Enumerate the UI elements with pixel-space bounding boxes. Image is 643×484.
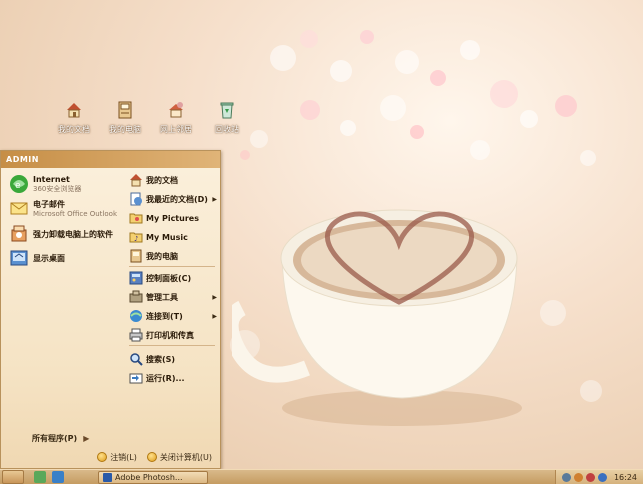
places-label: 我的文档 — [146, 175, 178, 185]
network-tray-icon[interactable] — [561, 473, 571, 482]
desktop-icon-label: 网上邻居 — [160, 125, 192, 134]
places-label: 我的电脑 — [146, 251, 178, 261]
shutdown-button[interactable]: 关闭计算机(U) — [146, 452, 212, 463]
pinned-title: 强力卸载电脑上的软件 — [33, 229, 113, 239]
taskbar-button-photoshop[interactable]: Adobe Photosh... — [98, 470, 208, 484]
pinned-title: 显示桌面 — [33, 253, 65, 263]
network-icon — [166, 100, 186, 120]
places-label: 打印机和传真 — [146, 330, 194, 340]
places-run[interactable]: 运行(R)... — [129, 370, 221, 386]
places-label: 控制面板(C) — [146, 273, 192, 283]
start-menu: ADMIN e Internet 360安全浏览器 电子邮件 Microsoft… — [0, 150, 221, 469]
all-programs-label: 所有程序(P) — [32, 434, 78, 443]
quick-launch-browser-icon[interactable] — [34, 471, 46, 483]
security-tray-icon[interactable] — [585, 473, 595, 482]
search-icon — [130, 353, 143, 366]
connect-icon — [130, 310, 142, 322]
places-my-computer[interactable]: 我的电脑 — [129, 248, 221, 264]
shutdown-label: 关闭计算机(U) — [159, 452, 212, 462]
taskbar: Adobe Photosh... 16:24 — [0, 469, 643, 484]
places-recent-documents[interactable]: 我最近的文档(D) ▶ — [129, 191, 221, 207]
pinned-title: 电子邮件 — [33, 199, 65, 209]
power-icon — [146, 452, 157, 462]
places-label: My Music — [146, 232, 188, 242]
mail-icon — [10, 202, 28, 215]
all-programs-button[interactable]: 所有程序(P) ▶ — [32, 433, 89, 444]
places-label: 搜索(S) — [146, 354, 176, 364]
admin-tools-icon — [129, 290, 143, 303]
menu-divider — [129, 345, 215, 346]
desktop-icons: 我的文档 我的电脑 网上邻居 回收站 — [54, 100, 247, 135]
svg-text:e: e — [15, 181, 21, 191]
my-computer-icon — [130, 249, 142, 263]
places-label: My Pictures — [146, 213, 199, 223]
logoff-button[interactable]: 注销(L) — [97, 452, 137, 463]
uninstall-icon — [11, 225, 27, 242]
pinned-internet[interactable]: e Internet 360安全浏览器 — [9, 174, 81, 194]
logoff-label: 注销(L) — [110, 452, 137, 462]
desktop-icon-my-documents[interactable]: 我的文档 — [54, 100, 94, 135]
arrow-right-icon: ▶ — [83, 434, 90, 443]
places-control-panel[interactable]: 控制面板(C) — [129, 270, 221, 286]
desktop-icon-recycle-bin[interactable]: 回收站 — [207, 100, 247, 135]
control-panel-icon — [129, 271, 143, 285]
places-my-pictures[interactable]: My Pictures — [129, 210, 221, 226]
logoff-icon — [97, 452, 108, 462]
desktop-icon-label: 回收站 — [215, 125, 239, 134]
places-my-documents[interactable]: 我的文档 — [129, 172, 221, 188]
places-label: 连接到(T) — [146, 311, 183, 321]
places-label: 我最近的文档(D) — [146, 194, 208, 204]
menu-divider — [129, 266, 215, 267]
desktop-icon-label: 我的电脑 — [109, 125, 141, 134]
pinned-title: Internet — [33, 174, 70, 184]
places-label: 管理工具 — [146, 292, 178, 302]
pinned-show-desktop[interactable]: 显示桌面 — [9, 248, 65, 268]
places-admin-tools[interactable]: 管理工具 ▶ — [129, 289, 221, 305]
recent-documents-icon — [130, 192, 142, 206]
quick-launch-ie-icon[interactable] — [52, 471, 64, 483]
update-tray-icon[interactable] — [597, 473, 607, 482]
browser-icon: e — [10, 175, 28, 193]
pinned-programs: e Internet 360安全浏览器 电子邮件 Microsoft Offic… — [1, 168, 121, 430]
printer-icon — [129, 328, 143, 342]
volume-tray-icon[interactable] — [573, 473, 583, 482]
submenu-arrow-icon: ▶ — [212, 195, 217, 203]
submenu-arrow-icon: ▶ — [212, 293, 217, 301]
music-folder-icon: ♪ — [129, 232, 143, 243]
svg-text:♪: ♪ — [134, 235, 138, 243]
house-icon — [64, 100, 84, 120]
places-printers[interactable]: 打印机和传真 — [129, 327, 221, 343]
start-menu-footer: 注销(L) 关闭计算机(U) — [1, 446, 220, 468]
start-button[interactable] — [2, 470, 24, 484]
desktop-icon-label: 我的文档 — [58, 125, 90, 134]
pictures-folder-icon — [129, 213, 143, 224]
desktop-icon-my-computer[interactable]: 我的电脑 — [105, 100, 145, 135]
places-label: 运行(R)... — [146, 373, 185, 383]
pinned-email[interactable]: 电子邮件 Microsoft Office Outlook — [9, 198, 117, 218]
quick-launch — [34, 471, 64, 483]
computer-icon — [115, 100, 135, 120]
system-places: 我的文档 我最近的文档(D) ▶ My Pictures ♪ My Music … — [123, 168, 221, 430]
places-connect-to[interactable]: 连接到(T) ▶ — [129, 308, 221, 324]
pinned-uninstaller[interactable]: 强力卸载电脑上的软件 — [9, 224, 113, 244]
start-menu-user-name: ADMIN — [1, 151, 220, 168]
recycle-bin-icon — [217, 100, 237, 120]
places-my-music[interactable]: ♪ My Music — [129, 229, 221, 245]
run-icon — [129, 373, 143, 384]
photoshop-icon — [103, 472, 112, 482]
pinned-subtitle: Microsoft Office Outlook — [33, 209, 117, 218]
coffee-cup-wallpaper — [232, 209, 522, 426]
submenu-arrow-icon: ▶ — [212, 312, 217, 320]
show-desktop-icon — [10, 250, 28, 266]
pinned-subtitle: 360安全浏览器 — [33, 184, 82, 193]
system-tray: 16:24 — [554, 470, 643, 484]
taskbar-button-label: Adobe Photosh... — [115, 472, 183, 482]
desktop-icon-network[interactable]: 网上邻居 — [156, 100, 196, 135]
clock[interactable]: 16:24 — [614, 473, 637, 482]
my-documents-icon — [130, 174, 142, 187]
places-search[interactable]: 搜索(S) — [129, 351, 221, 367]
